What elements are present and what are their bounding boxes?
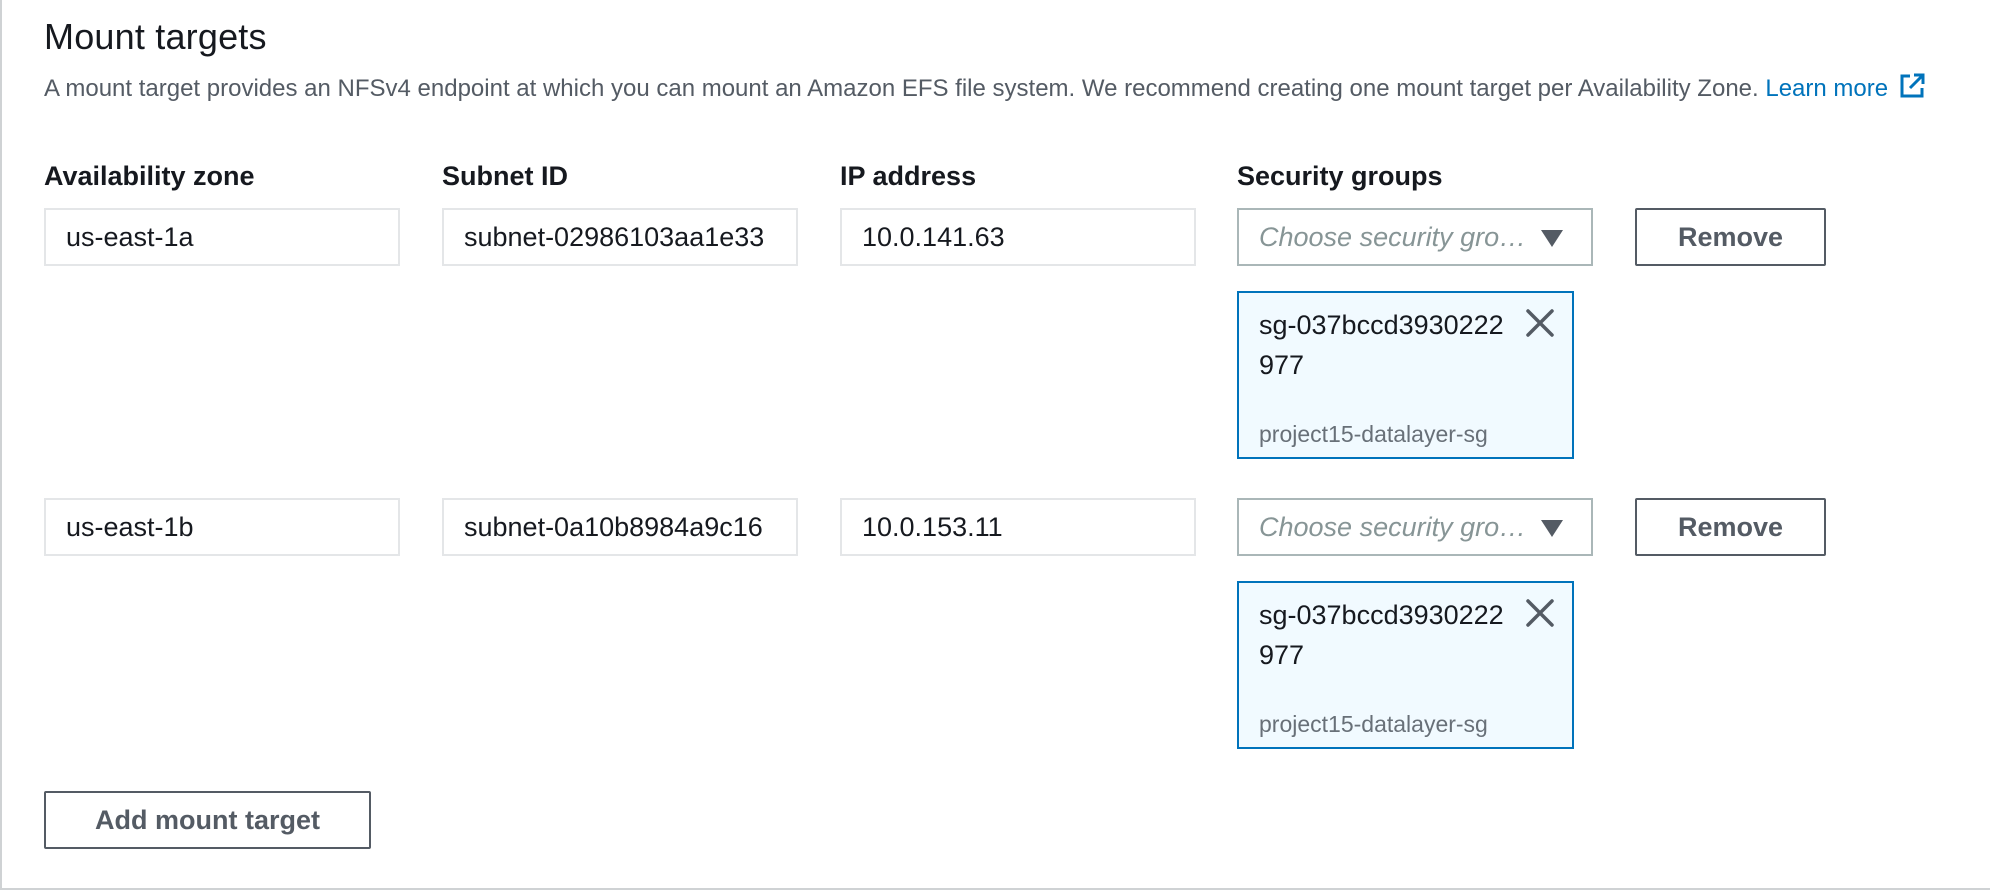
availability-zone-field[interactable]: us-east-1a [44, 208, 400, 266]
ip-address-header: IP address [840, 161, 977, 191]
caret-down-icon [1541, 520, 1563, 537]
remove-button[interactable]: Remove [1635, 208, 1826, 266]
close-icon[interactable] [1522, 595, 1558, 631]
security-groups-placeholder: Choose security groups [1259, 512, 1529, 542]
availability-zone-header: Availability zone [44, 161, 255, 191]
security-group-token: sg-037bccd3930222977 project15-datalayer… [1237, 581, 1574, 749]
remove-button[interactable]: Remove [1635, 498, 1826, 556]
section-description: A mount target provides an NFSv4 endpoin… [44, 72, 1926, 107]
caret-down-icon [1541, 230, 1563, 247]
close-icon[interactable] [1522, 305, 1558, 341]
subnet-id-field[interactable]: subnet-02986103aa1e33 [442, 208, 798, 266]
security-group-token: sg-037bccd3930222977 project15-datalayer… [1237, 291, 1574, 459]
subnet-id-field[interactable]: subnet-0a10b8984a9c16 [442, 498, 798, 556]
external-link-icon [1898, 72, 1926, 107]
ip-address-input[interactable]: 10.0.141.63 [840, 208, 1196, 266]
learn-more-link[interactable]: Learn more [1765, 73, 1926, 102]
security-group-name: project15-datalayer-sg [1259, 711, 1488, 737]
security-group-id: sg-037bccd3930222977 [1259, 310, 1504, 380]
security-group-name: project15-datalayer-sg [1259, 421, 1488, 447]
ip-address-input[interactable]: 10.0.153.11 [840, 498, 1196, 556]
description-text: A mount target provides an NFSv4 endpoin… [44, 75, 1759, 102]
subnet-id-header: Subnet ID [442, 161, 568, 191]
availability-zone-field[interactable]: us-east-1b [44, 498, 400, 556]
security-groups-select[interactable]: Choose security groups [1237, 498, 1593, 556]
security-groups-header: Security groups [1237, 161, 1443, 191]
security-groups-select[interactable]: Choose security groups [1237, 208, 1593, 266]
learn-more-label: Learn more [1765, 75, 1889, 102]
section-title: Mount targets [44, 16, 267, 57]
add-mount-target-button[interactable]: Add mount target [44, 791, 371, 849]
security-group-id: sg-037bccd3930222977 [1259, 600, 1504, 670]
mount-targets-panel: Mount targets A mount target provides an… [0, 0, 1990, 890]
security-groups-placeholder: Choose security groups [1259, 222, 1529, 252]
